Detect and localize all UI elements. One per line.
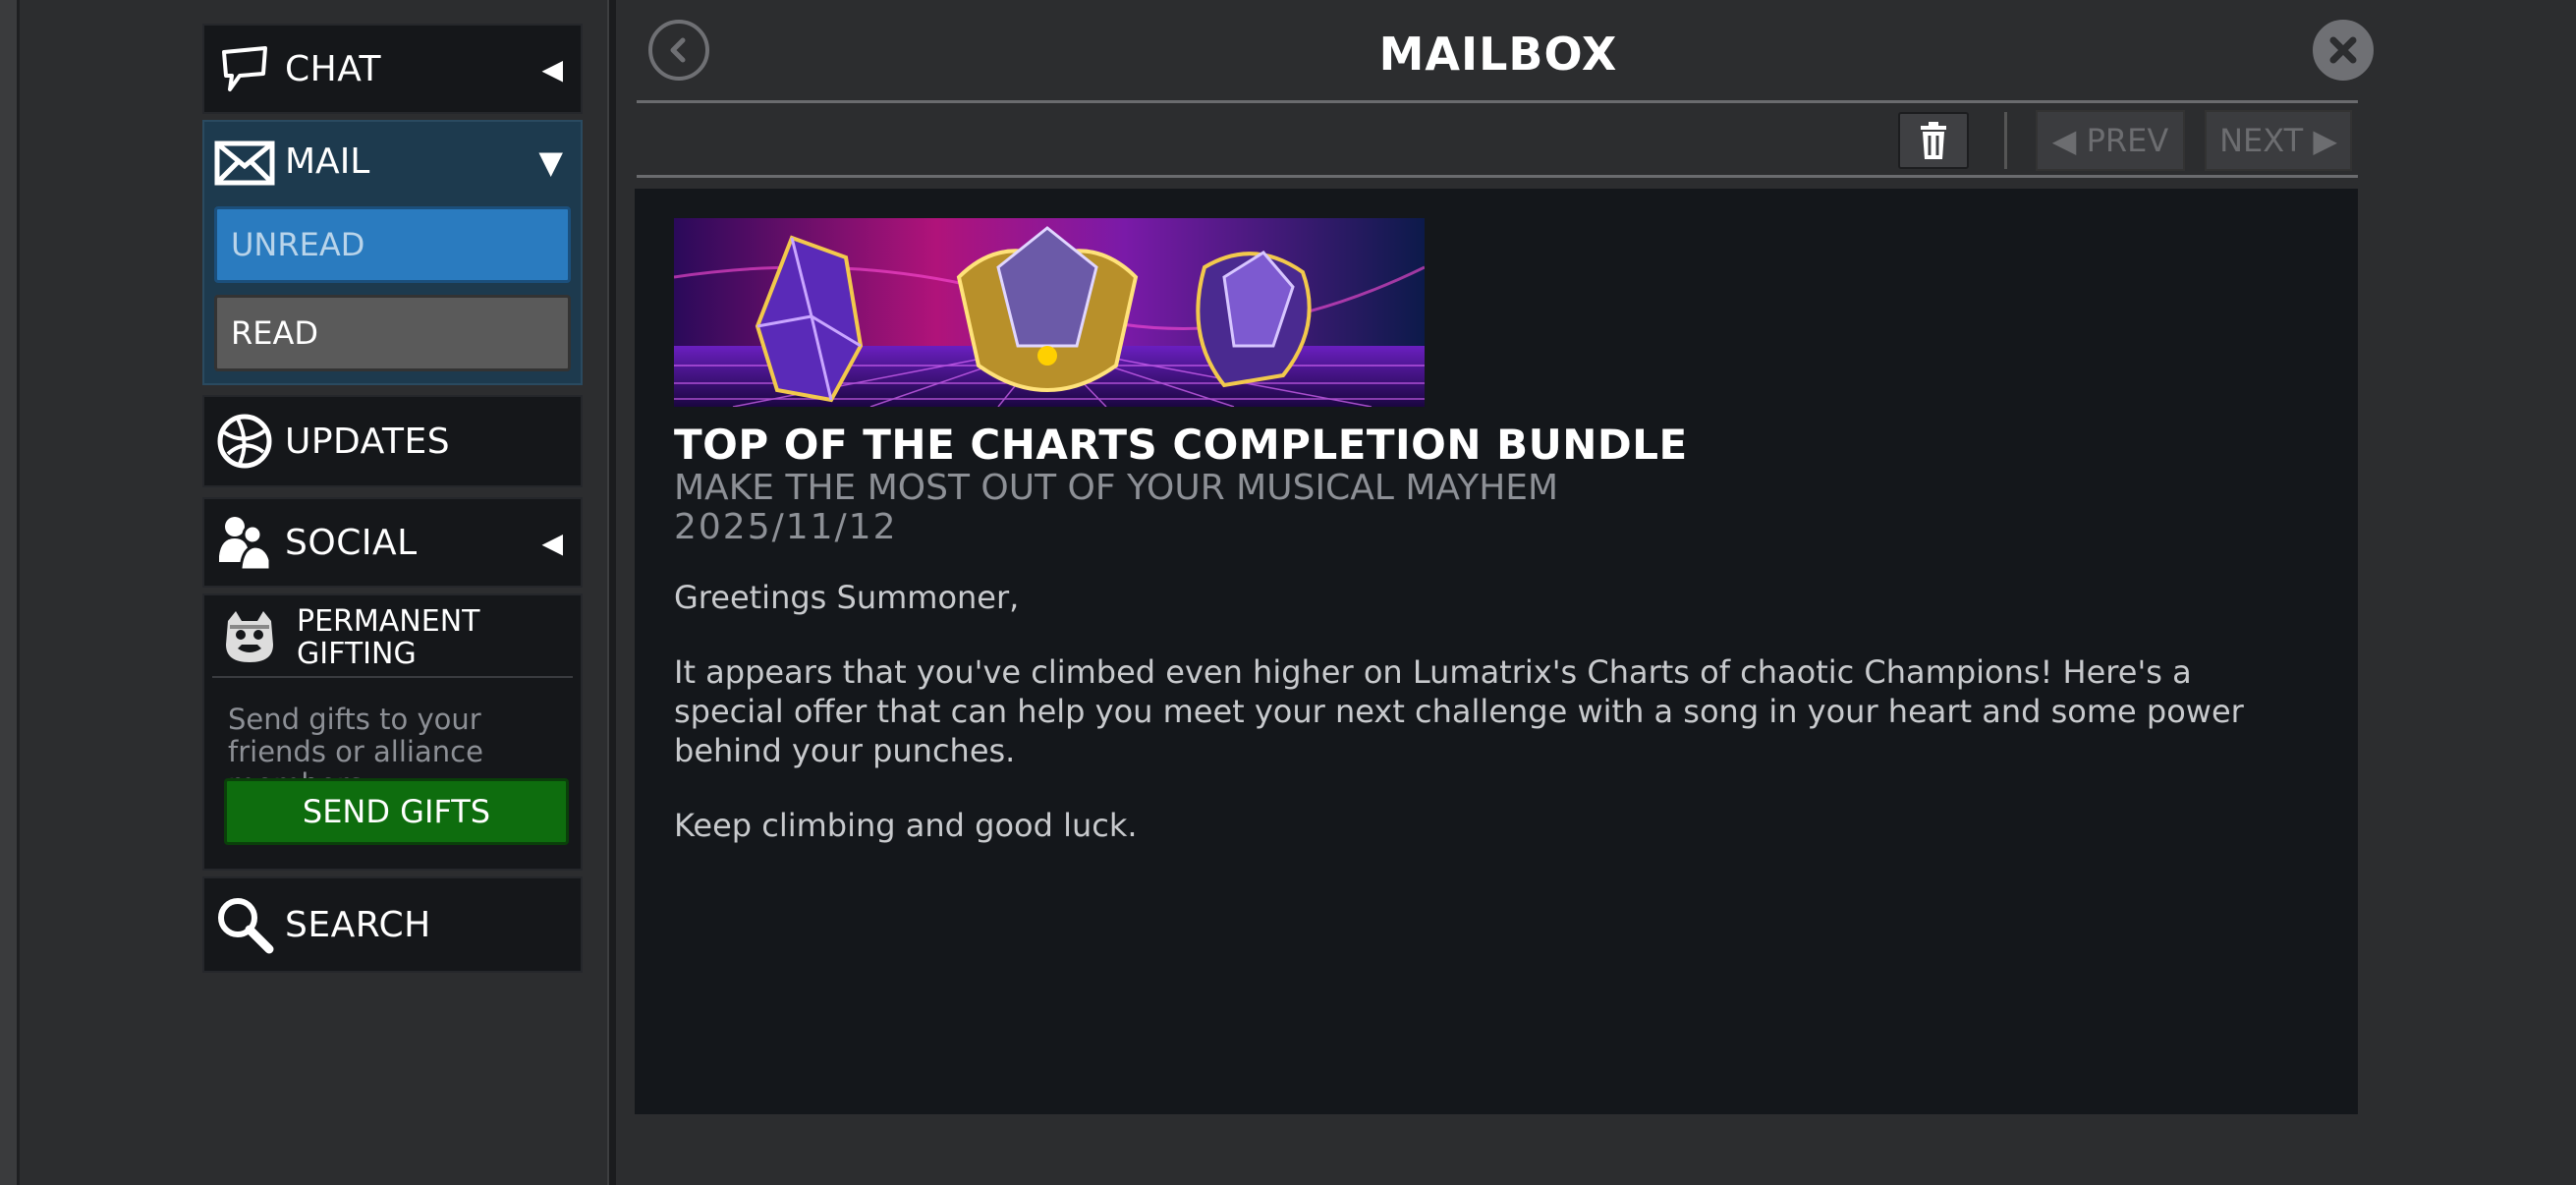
sidebar-item-updates[interactable]: UPDATES: [202, 395, 583, 487]
close-button[interactable]: [2313, 20, 2374, 81]
search-icon: [214, 894, 275, 955]
delete-button[interactable]: [1898, 112, 1969, 169]
toolbar-separator: [2004, 112, 2007, 169]
tab-read[interactable]: READ: [214, 295, 571, 371]
page-title: MAILBOX: [1378, 28, 1618, 81]
people-icon: [214, 512, 275, 573]
gifting-title: PERMANENT GIFTING: [297, 604, 480, 671]
mail-subtitle: MAKE THE MOST OUT OF YOUR MUSICAL MAYHEM: [674, 468, 1559, 508]
mail-date: 2025/11/12: [674, 507, 898, 547]
sidebar-group-mail: MAIL ▼ UNREAD READ: [202, 120, 583, 385]
close-icon: [2329, 36, 2357, 64]
gifting-separator: [212, 676, 573, 678]
promo-banner-image: [674, 218, 1425, 407]
sidebar-item-label: CHAT: [285, 48, 382, 89]
sidebar-item-mail[interactable]: MAIL ▼: [204, 122, 581, 204]
permanent-gifting-panel: PERMANENT GIFTING Send gifts to your fri…: [202, 593, 583, 871]
back-button[interactable]: [648, 20, 709, 81]
mail-title: TOP OF THE CHARTS COMPLETION BUNDLE: [674, 421, 1688, 469]
send-gifts-button[interactable]: SEND GIFTS: [224, 778, 569, 845]
header-rule: [637, 100, 2358, 103]
chevron-left-icon: [670, 37, 686, 63]
toolbar-rule: [637, 175, 2358, 178]
caret-down-icon: ▼: [538, 143, 563, 181]
mail-content-panel: TOP OF THE CHARTS COMPLETION BUNDLE MAKE…: [635, 189, 2358, 1114]
mail-paragraph: It appears that you've climbed even high…: [674, 653, 2244, 769]
next-button[interactable]: NEXT ▶: [2205, 110, 2352, 171]
sidebar-item-label: UPDATES: [285, 421, 451, 462]
sidebar-item-label: MAIL: [285, 141, 370, 182]
sidebar-item-search[interactable]: SEARCH: [202, 876, 583, 973]
sidebar-item-label: SEARCH: [285, 904, 431, 945]
prev-button[interactable]: ◀ PREV: [2036, 110, 2185, 171]
envelope-icon: [212, 134, 277, 193]
sidebar-item-chat[interactable]: CHAT ◀: [202, 24, 583, 114]
sidebar-item-label: SOCIAL: [285, 522, 418, 563]
mail-closing: Keep climbing and good luck.: [674, 807, 1138, 844]
left-edge-frame: [0, 0, 20, 1185]
mail-greeting: Greetings Summoner,: [674, 579, 1020, 616]
bulldog-icon: [218, 605, 281, 668]
globe-icon: [214, 411, 275, 472]
mail-body: Greetings Summoner, It appears that you'…: [674, 578, 2266, 880]
caret-left-icon: ◀: [541, 52, 563, 85]
sidebar-divider: [607, 0, 616, 1185]
tab-unread[interactable]: UNREAD: [214, 206, 571, 283]
sidebar-item-social[interactable]: SOCIAL ◀: [202, 497, 583, 588]
chat-bubble-icon: [214, 38, 275, 99]
trash-icon: [1921, 122, 1946, 159]
caret-left-icon: ◀: [541, 526, 563, 559]
